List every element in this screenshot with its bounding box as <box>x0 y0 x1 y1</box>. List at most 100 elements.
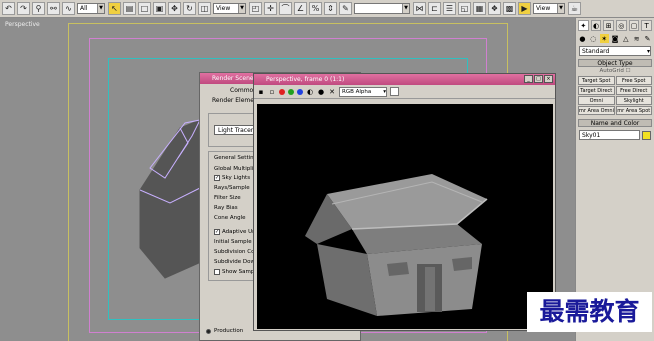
sky-lights-checkbox[interactable]: ✓ <box>214 175 220 181</box>
green-channel-icon[interactable] <box>288 88 294 95</box>
helpers-icon[interactable]: △ <box>621 34 630 43</box>
display-channel-value: RGB Alpha <box>342 88 372 95</box>
display-channel-dropdown[interactable]: RGB Alpha ▾ <box>339 86 387 97</box>
scale-icon[interactable]: ◫ <box>198 2 211 15</box>
chevron-down-icon: ▼ <box>238 4 245 13</box>
modify-tab-icon[interactable]: ◐ <box>590 20 602 31</box>
named-selection-dropdown[interactable]: ▼ <box>354 3 410 14</box>
object-name-field[interactable]: Sky01 <box>579 130 640 140</box>
mr-area-omni-button[interactable]: mr Area Omni <box>578 106 615 115</box>
selection-filter-dropdown[interactable]: All ▼ <box>77 3 105 14</box>
shapes-icon[interactable]: ◌ <box>589 34 598 43</box>
material-editor-icon[interactable]: ❖ <box>488 2 501 15</box>
layer-manager-icon[interactable]: ☰ <box>443 2 456 15</box>
mr-area-spot-button[interactable]: mr Area Spot <box>615 106 652 115</box>
snap-icon[interactable]: ⌒ <box>279 2 292 15</box>
autogrid-checkbox[interactable]: ☐ <box>626 68 631 74</box>
cameras-icon[interactable]: ◙ <box>611 34 620 43</box>
curve-editor-icon[interactable]: ◱ <box>458 2 471 15</box>
move-icon[interactable]: ✥ <box>168 2 181 15</box>
filter-size-label: Filter Size <box>214 195 241 201</box>
chevron-down-icon: ▾ <box>383 88 386 95</box>
close-icon[interactable]: × <box>544 75 553 83</box>
monochrome-icon[interactable]: ● <box>317 88 325 96</box>
rotate-icon[interactable]: ↻ <box>183 2 196 15</box>
hierarchy-tab-icon[interactable]: ⊞ <box>603 20 615 31</box>
save-icon[interactable]: ▪ <box>257 88 265 96</box>
light-category-value: Standard <box>582 47 610 55</box>
percent-snap-icon[interactable]: % <box>309 2 322 15</box>
select-by-name-icon[interactable]: ▤ <box>123 2 136 15</box>
alpha-channel-icon[interactable]: ◐ <box>306 88 314 96</box>
select-link-icon[interactable]: ⚲ <box>32 2 45 15</box>
clone-icon[interactable]: ▫ <box>268 88 276 96</box>
systems-icon[interactable]: ✎ <box>643 34 652 43</box>
bind-space-warp-icon[interactable]: ∿ <box>62 2 75 15</box>
rays-sample-label: Rays/Sample <box>214 185 250 191</box>
maximize-icon[interactable]: □ <box>534 75 543 83</box>
name-and-color-rollout[interactable]: Name and Color <box>578 119 652 127</box>
frame-window-buttons: _ □ × <box>524 74 555 85</box>
adaptive-checkbox[interactable]: ✓ <box>214 229 220 235</box>
target-direct-button[interactable]: Target Direct <box>578 86 615 95</box>
cone-angle-label: Cone Angle <box>214 215 246 221</box>
geometry-icon[interactable]: ● <box>578 34 587 43</box>
light-type-buttons: Target Spot Free Spot Target Direct Free… <box>576 75 654 116</box>
object-color-swatch[interactable] <box>642 130 651 140</box>
undo-icon[interactable]: ↶ <box>2 2 15 15</box>
free-spot-button[interactable]: Free Spot <box>615 76 652 85</box>
create-category-row: ● ◌ ✶ ◙ △ ≋ ✎ <box>576 33 654 44</box>
light-tracer-dropdown[interactable]: Light Tracer <box>214 125 258 135</box>
render-output <box>257 104 553 329</box>
motion-tab-icon[interactable]: ◎ <box>616 20 627 31</box>
omni-button[interactable]: Omni <box>578 96 615 105</box>
frame-window-titlebar[interactable]: Perspective, frame 0 (1:1) _ □ × <box>254 74 555 85</box>
pivot-icon[interactable]: ◰ <box>249 2 262 15</box>
select-object-icon[interactable]: ↖ <box>108 2 121 15</box>
frame-window-title: Perspective, frame 0 (1:1) <box>266 76 345 83</box>
sky-lights-label: Sky Lights <box>222 175 251 181</box>
mirror-icon[interactable]: ⋈ <box>413 2 426 15</box>
display-tab-icon[interactable]: ▢ <box>628 20 640 31</box>
reference-coord-dropdown[interactable]: View ▼ <box>213 3 246 14</box>
sky-lights-row[interactable]: ✓ Sky Lights <box>214 175 250 181</box>
window-crossing-icon[interactable]: ▣ <box>153 2 166 15</box>
spinner-snap-icon[interactable]: ⇕ <box>324 2 337 15</box>
chevron-down-icon: ▼ <box>402 4 409 13</box>
watermark-logo: 最需教育 <box>527 292 652 332</box>
chevron-down-icon: ▼ <box>97 4 104 13</box>
light-category-dropdown[interactable]: Standard ▾ <box>579 46 651 56</box>
skylight-button[interactable]: Skylight <box>615 96 652 105</box>
align-icon[interactable]: ⊏ <box>428 2 441 15</box>
production-row[interactable]: Production <box>206 328 243 334</box>
utilities-tab-icon[interactable]: T <box>641 20 653 31</box>
teapot-render-icon[interactable]: ☕ <box>568 2 581 15</box>
target-spot-button[interactable]: Target Spot <box>578 76 615 85</box>
rendered-house-image <box>305 174 488 316</box>
minimize-icon[interactable]: _ <box>524 75 533 83</box>
space-warps-icon[interactable]: ≋ <box>632 34 641 43</box>
frame-window-toolbar: ▪ ▫ ◐ ● ✕ RGB Alpha ▾ <box>254 85 555 99</box>
clear-icon[interactable]: ✕ <box>328 88 336 96</box>
blue-channel-icon[interactable] <box>297 88 303 95</box>
object-type-rollout[interactable]: Object Type <box>578 59 652 67</box>
region-select-icon[interactable]: □ <box>138 2 151 15</box>
manipulate-icon[interactable]: ✛ <box>264 2 277 15</box>
autogrid-checkbox-row[interactable]: AutoGrid ☐ <box>576 68 654 74</box>
production-radio[interactable] <box>206 328 211 334</box>
selection-filter-value: All <box>80 5 88 12</box>
create-tab-icon[interactable]: ✦ <box>578 20 589 31</box>
redo-icon[interactable]: ↷ <box>17 2 30 15</box>
edit-named-selection-icon[interactable]: ✎ <box>339 2 352 15</box>
lights-icon[interactable]: ✶ <box>599 34 609 43</box>
unlink-icon[interactable]: ⚯ <box>47 2 60 15</box>
rays-sample-row: Rays/Sample <box>214 185 250 191</box>
red-channel-icon[interactable] <box>279 88 285 95</box>
show-samples-checkbox[interactable] <box>214 269 220 275</box>
angle-snap-icon[interactable]: ∠ <box>294 2 307 15</box>
render-view-dropdown[interactable]: View ▼ <box>533 3 565 14</box>
schematic-view-icon[interactable]: ▦ <box>473 2 486 15</box>
free-direct-button[interactable]: Free Direct <box>615 86 652 95</box>
quick-render-icon[interactable]: ▶ <box>518 2 531 15</box>
render-setup-icon[interactable]: ▩ <box>503 2 516 15</box>
